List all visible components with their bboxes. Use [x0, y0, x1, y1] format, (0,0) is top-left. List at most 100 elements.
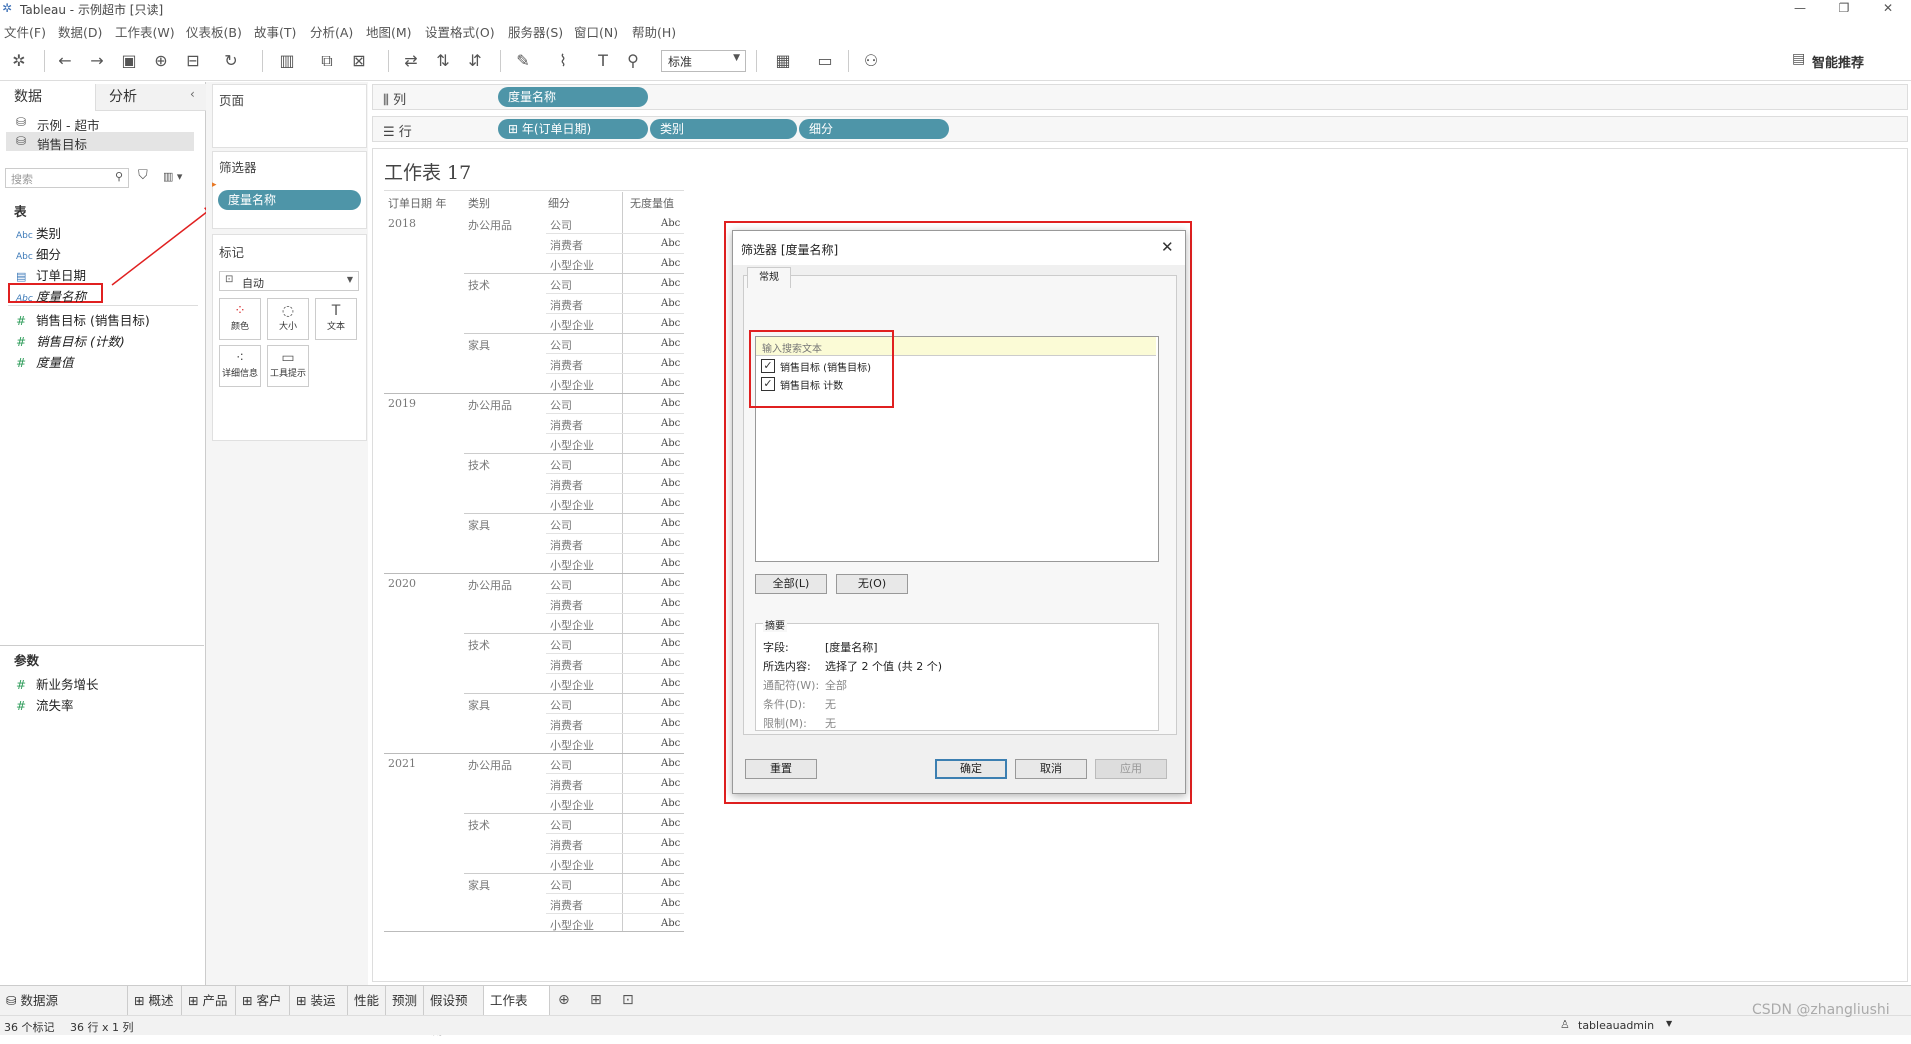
- highlight-icon[interactable]: ✎: [510, 49, 536, 73]
- menu-window[interactable]: 窗口(N): [574, 22, 618, 41]
- cell-value[interactable]: Abc: [661, 598, 680, 609]
- tab-sheet[interactable]: ⊞ 装运: [290, 986, 348, 1015]
- parameter-item[interactable]: # 流失率: [16, 695, 74, 714]
- cell-value[interactable]: Abc: [661, 278, 680, 289]
- cell-value[interactable]: Abc: [661, 498, 680, 509]
- tab-data[interactable]: 数据: [14, 84, 42, 110]
- filters-card[interactable]: 筛选器 度量名称: [212, 151, 367, 229]
- cell-value[interactable]: Abc: [661, 318, 680, 329]
- refresh-icon[interactable]: ↻: [218, 49, 244, 73]
- cell-value[interactable]: Abc: [661, 838, 680, 849]
- cell-value[interactable]: Abc: [661, 238, 680, 249]
- menu-worksheet[interactable]: 工作表(W): [115, 22, 175, 41]
- cell-value[interactable]: Abc: [661, 338, 680, 349]
- tab-sheet[interactable]: 性能: [348, 986, 386, 1015]
- field-item-measure-names[interactable]: Abc 度量名称: [16, 286, 86, 305]
- menu-server[interactable]: 服务器(S): [508, 22, 563, 41]
- share-icon[interactable]: ⚇: [858, 49, 884, 73]
- menu-help[interactable]: 帮助(H): [632, 22, 676, 41]
- column-pill[interactable]: 度量名称: [498, 87, 648, 107]
- cell-value[interactable]: Abc: [661, 678, 680, 689]
- cell-value[interactable]: Abc: [661, 418, 680, 429]
- cell-value[interactable]: Abc: [661, 298, 680, 309]
- cell-value[interactable]: Abc: [661, 898, 680, 909]
- search-input[interactable]: 搜索 ⚲: [5, 168, 129, 188]
- new-worksheet-icon[interactable]: ⊕: [558, 992, 570, 1008]
- pages-card[interactable]: 页面: [212, 84, 367, 148]
- cell-value[interactable]: Abc: [661, 918, 680, 929]
- mark-type-select[interactable]: ⊡ 自动 ▼: [219, 271, 359, 291]
- parameter-item[interactable]: # 新业务增长: [16, 674, 99, 693]
- tooltip-button[interactable]: ▭ 工具提示: [267, 345, 309, 387]
- tableau-home-icon[interactable]: ✲: [6, 49, 32, 73]
- select-none-button[interactable]: 无(O): [836, 574, 908, 594]
- cancel-button[interactable]: 取消: [1015, 759, 1087, 779]
- group-icon[interactable]: ⌇: [550, 49, 576, 73]
- cell-value[interactable]: Abc: [661, 538, 680, 549]
- menu-file[interactable]: 文件(F): [4, 22, 46, 41]
- cell-value[interactable]: Abc: [661, 858, 680, 869]
- sort-descending-icon[interactable]: ⇵: [462, 49, 488, 73]
- cell-value[interactable]: Abc: [661, 798, 680, 809]
- redo-icon[interactable]: →: [84, 49, 110, 73]
- ok-button[interactable]: 确定: [935, 759, 1007, 779]
- row-pill-category[interactable]: 类别: [650, 119, 797, 139]
- tab-general[interactable]: 常规: [747, 267, 791, 288]
- tab-sheet-active[interactable]: 工作表 17: [484, 986, 550, 1037]
- tab-analysis[interactable]: 分析: [109, 84, 137, 110]
- cell-value[interactable]: Abc: [661, 638, 680, 649]
- cell-value[interactable]: Abc: [661, 758, 680, 769]
- menu-story[interactable]: 故事(T): [254, 22, 296, 41]
- cell-value[interactable]: Abc: [661, 398, 680, 409]
- reset-button[interactable]: 重置: [745, 759, 817, 779]
- field-item[interactable]: Abc 细分: [16, 244, 61, 263]
- cell-value[interactable]: Abc: [661, 458, 680, 469]
- field-item[interactable]: Abc 类别: [16, 223, 61, 242]
- datasource-item-selected[interactable]: 销售目标: [37, 134, 87, 153]
- cell-value[interactable]: Abc: [661, 738, 680, 749]
- cell-value[interactable]: Abc: [661, 618, 680, 629]
- field-item[interactable]: # 度量值: [16, 352, 74, 371]
- cell-value[interactable]: Abc: [661, 358, 680, 369]
- menu-dashboard[interactable]: 仪表板(B): [186, 22, 242, 41]
- chevron-down-icon[interactable]: ▼: [1666, 1019, 1672, 1028]
- field-item[interactable]: # 销售目标 (计数): [16, 331, 125, 350]
- menu-data[interactable]: 数据(D): [58, 22, 102, 41]
- filter-icon[interactable]: ⛉: [138, 168, 148, 183]
- undo-icon[interactable]: ←: [52, 49, 78, 73]
- filter-pill[interactable]: 度量名称: [218, 190, 361, 210]
- cell-value[interactable]: Abc: [661, 818, 680, 829]
- cell-value[interactable]: Abc: [661, 558, 680, 569]
- menu-map[interactable]: 地图(M): [366, 22, 412, 41]
- duplicate-icon[interactable]: ⧉: [314, 49, 340, 73]
- tab-datasource[interactable]: ⛁ 数据源: [0, 986, 128, 1015]
- cell-value[interactable]: Abc: [661, 258, 680, 269]
- user-name[interactable]: tableauadmin: [1578, 1019, 1654, 1032]
- minimize-icon[interactable]: —: [1780, 0, 1820, 18]
- cell-value[interactable]: Abc: [661, 698, 680, 709]
- pause-updates-icon[interactable]: ⊟: [180, 49, 206, 73]
- cell-value[interactable]: Abc: [661, 718, 680, 729]
- apply-button[interactable]: 应用: [1095, 759, 1167, 779]
- view-options-icon[interactable]: ▥ ▾: [163, 170, 182, 183]
- new-dashboard-icon[interactable]: ⊞: [590, 992, 602, 1008]
- menu-format[interactable]: 设置格式(O): [425, 22, 495, 41]
- labels-icon[interactable]: T: [590, 49, 616, 73]
- new-datasource-icon[interactable]: ⊕: [148, 49, 174, 73]
- field-item[interactable]: ▤ 订单日期: [16, 265, 86, 284]
- cell-value[interactable]: Abc: [661, 518, 680, 529]
- detail-button[interactable]: ⁖ 详细信息: [219, 345, 261, 387]
- tab-sheet[interactable]: ⊞ 客户: [236, 986, 290, 1015]
- select-all-button[interactable]: 全部(L): [755, 574, 827, 594]
- sort-ascending-icon[interactable]: ⇅: [430, 49, 456, 73]
- new-story-icon[interactable]: ⊡: [622, 992, 634, 1008]
- cell-value[interactable]: Abc: [661, 478, 680, 489]
- close-icon[interactable]: ✕: [1161, 238, 1174, 256]
- cell-value[interactable]: Abc: [661, 658, 680, 669]
- color-button[interactable]: ⁘ 颜色: [219, 298, 261, 340]
- pin-icon[interactable]: ⚲: [620, 49, 646, 73]
- row-pill-year[interactable]: ⊞ 年(订单日期): [498, 119, 648, 139]
- show-me-button[interactable]: 智能推荐: [1812, 52, 1864, 71]
- tab-sheet[interactable]: ⊞ 产品: [182, 986, 236, 1015]
- tab-sheet[interactable]: 假设预测: [424, 986, 484, 1037]
